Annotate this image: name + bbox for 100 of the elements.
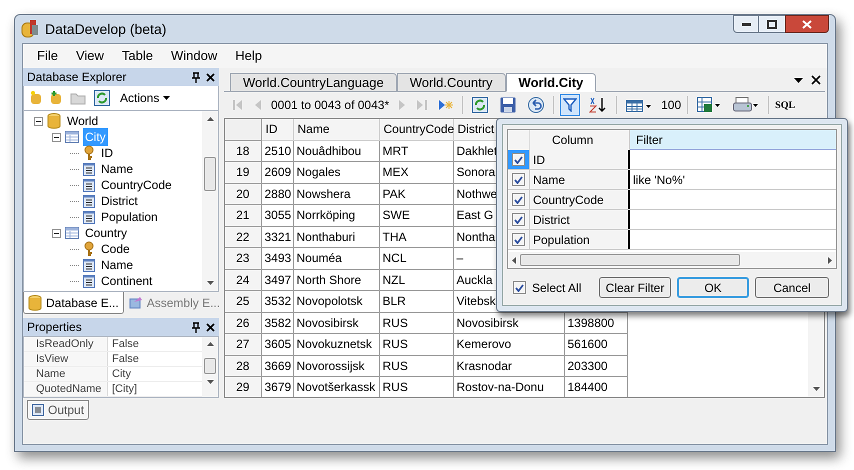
panel-tab[interactable]: Assembly E... bbox=[124, 292, 226, 314]
scrollbar[interactable] bbox=[202, 111, 218, 291]
pin-icon[interactable] bbox=[191, 322, 201, 332]
output-tab[interactable]: Output bbox=[27, 400, 90, 420]
dropdown-arrow-icon[interactable] bbox=[794, 78, 803, 82]
tree-item[interactable]: Code bbox=[99, 240, 132, 258]
tree-item[interactable]: Country bbox=[83, 224, 130, 242]
property-value[interactable]: [City] bbox=[108, 382, 138, 396]
property-value[interactable]: False bbox=[108, 337, 139, 351]
menu-item[interactable]: Help bbox=[227, 46, 270, 66]
add-database-icon[interactable] bbox=[50, 91, 62, 105]
column-header: Column bbox=[530, 130, 630, 150]
close-icon[interactable] bbox=[206, 72, 215, 82]
table-cell: 3532 bbox=[261, 290, 293, 312]
scrollbar[interactable] bbox=[202, 337, 218, 397]
scroll-down-arrow-icon[interactable] bbox=[206, 281, 214, 285]
property-name: IsReadOnly bbox=[24, 337, 108, 351]
property-name: IsView bbox=[24, 352, 108, 366]
grid-icon bbox=[626, 98, 652, 112]
tree-item[interactable]: District bbox=[99, 192, 140, 210]
close-icon[interactable] bbox=[811, 75, 821, 85]
checked-checkbox[interactable] bbox=[512, 213, 525, 226]
database-icon bbox=[28, 294, 42, 310]
checked-checkbox[interactable] bbox=[512, 173, 525, 186]
table-cell: Nonthaburi bbox=[293, 226, 379, 248]
menu-item[interactable]: Table bbox=[114, 46, 161, 66]
property-name: Name bbox=[24, 367, 108, 381]
menu-item[interactable]: Window bbox=[162, 46, 226, 66]
tree-item[interactable]: CountryCode bbox=[99, 176, 174, 194]
scroll-right-arrow-icon[interactable] bbox=[828, 256, 832, 264]
column-header[interactable]: CountryCode bbox=[379, 119, 453, 140]
page-size[interactable]: 100 bbox=[661, 96, 682, 114]
minimize-icon bbox=[742, 22, 750, 26]
checked-checkbox[interactable] bbox=[512, 233, 525, 246]
close-button[interactable] bbox=[785, 15, 829, 33]
table-cell: Norrköping bbox=[293, 204, 379, 226]
refresh-button[interactable] bbox=[94, 90, 110, 106]
property-value[interactable]: False bbox=[108, 352, 139, 366]
table-cell: 2510 bbox=[261, 140, 293, 162]
pin-icon[interactable] bbox=[191, 72, 201, 82]
scroll-left-arrow-icon[interactable] bbox=[512, 256, 516, 264]
minimize-button[interactable] bbox=[733, 15, 759, 33]
row-number: 18 bbox=[225, 140, 261, 162]
checked-checkbox[interactable] bbox=[512, 153, 525, 166]
document-tab[interactable]: World.Country bbox=[396, 73, 506, 92]
table-cell: North Shore bbox=[293, 269, 379, 290]
table-icon bbox=[65, 131, 79, 143]
scroll-down-arrow-icon[interactable] bbox=[206, 380, 214, 384]
maximize-button[interactable] bbox=[759, 15, 785, 33]
table-cell: Nouâdhibou bbox=[293, 140, 379, 162]
checked-checkbox[interactable] bbox=[512, 193, 525, 206]
close-icon bbox=[802, 20, 812, 28]
clear-filter-button[interactable]: Clear Filter bbox=[599, 277, 671, 298]
table-cell: 561600 bbox=[564, 334, 627, 355]
panel-tab[interactable]: Database E... bbox=[23, 292, 124, 314]
horizontal-scrollbar[interactable] bbox=[508, 252, 836, 268]
scroll-thumb[interactable] bbox=[520, 254, 740, 266]
collapse-box-icon[interactable] bbox=[52, 228, 61, 238]
scroll-up-arrow-icon[interactable] bbox=[206, 117, 214, 121]
tree-item[interactable]: Continent bbox=[99, 272, 154, 290]
tree-item[interactable]: Name bbox=[99, 256, 136, 274]
filter-input-cell[interactable]: like 'No%' bbox=[630, 170, 836, 189]
ok-button[interactable]: OK bbox=[677, 277, 749, 298]
tree-item[interactable]: Name bbox=[99, 160, 136, 178]
table-cell: BLR bbox=[379, 290, 453, 312]
table-cell: Nouméa bbox=[293, 248, 379, 269]
document-tab[interactable]: World.City bbox=[506, 73, 596, 92]
panel-title: Database Explorer bbox=[27, 69, 128, 86]
table-cell: NZL bbox=[379, 269, 453, 290]
filter-button[interactable] bbox=[560, 94, 580, 116]
cancel-button[interactable]: Cancel bbox=[755, 277, 829, 298]
scroll-thumb[interactable] bbox=[204, 358, 216, 374]
app-logo-icon bbox=[21, 19, 39, 39]
scroll-up-arrow-icon[interactable] bbox=[206, 342, 214, 346]
column-icon bbox=[83, 274, 95, 288]
tree-item[interactable]: ID bbox=[99, 144, 115, 162]
table-cell: Novopolotsk bbox=[293, 290, 379, 312]
table-cell: 3582 bbox=[261, 312, 293, 334]
sql-button[interactable]: SQL bbox=[775, 98, 796, 112]
table-cell: District bbox=[530, 210, 630, 229]
collapse-box-icon[interactable] bbox=[52, 132, 61, 142]
column-header[interactable]: Name bbox=[293, 119, 379, 140]
scroll-down-arrow-icon[interactable] bbox=[812, 387, 820, 391]
scroll-thumb[interactable] bbox=[204, 157, 216, 191]
close-icon[interactable] bbox=[206, 322, 215, 332]
property-value[interactable]: City bbox=[108, 367, 131, 381]
column-header[interactable]: ID bbox=[261, 119, 293, 140]
menu-item[interactable]: File bbox=[29, 46, 66, 66]
tree-item[interactable]: Population bbox=[99, 208, 160, 226]
column-icon bbox=[83, 258, 95, 272]
table-cell: ID bbox=[530, 150, 630, 169]
column-icon bbox=[83, 178, 95, 192]
tree-item[interactable]: World bbox=[65, 112, 100, 130]
document-tab[interactable]: World.CountryLanguage bbox=[230, 73, 397, 92]
property-name: QuotedName bbox=[24, 382, 108, 396]
collapse-box-icon[interactable] bbox=[34, 116, 43, 126]
menu-item[interactable]: View bbox=[68, 46, 112, 66]
checked-checkbox[interactable] bbox=[513, 281, 526, 294]
column-header: Filter bbox=[630, 130, 836, 150]
record-position: 0001 to 0043 of 0043* bbox=[271, 97, 390, 114]
